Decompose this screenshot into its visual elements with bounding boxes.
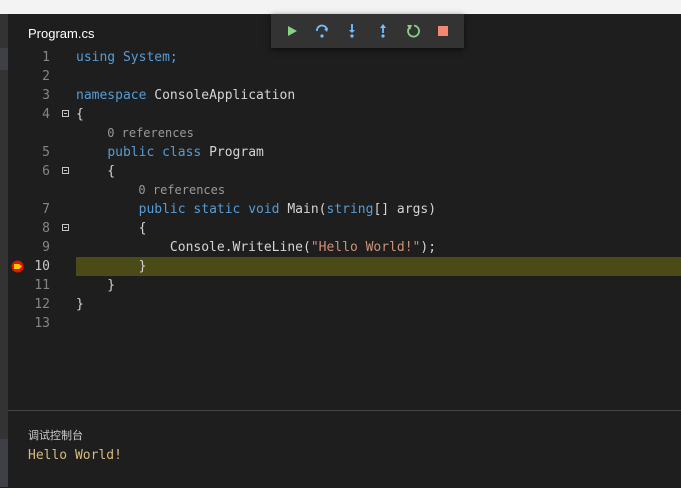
code-token: Program [209,145,264,160]
code-line[interactable]: 8 { [8,219,681,238]
code-token: Main( [287,202,327,217]
code-line[interactable]: 2 [8,67,681,86]
codelens-references[interactable]: 0 references [8,181,681,200]
fold-collapse-icon[interactable] [62,224,69,231]
code-keyword: using System; [76,50,178,65]
fold-collapse-icon[interactable] [62,110,69,117]
step-out-icon [379,24,386,38]
code-line[interactable]: 11 } [8,276,681,295]
code-token: Console.WriteLine( [76,240,311,255]
debug-console-title[interactable]: 调试控制台 [28,427,83,443]
code-text: { [76,162,115,181]
line-number: 3 [42,88,50,103]
line-number: 2 [42,69,50,84]
debug-toolbar [271,14,464,48]
debug-console-output: Hello World! [28,448,122,463]
activity-bar-indicator [0,439,8,487]
code-string: "Hello World!" [310,240,421,255]
code-token: [] args) [373,202,437,217]
code-keyword: string [326,202,374,217]
tab-program-cs[interactable]: Program.cs [28,24,94,44]
code-text: using System; [76,48,178,67]
line-number: 10 [34,259,50,274]
code-keyword: public class [107,145,210,160]
fold-collapse-icon[interactable] [62,167,69,174]
code-text: public static void Main(string[] args) [76,200,436,219]
play-icon [288,26,298,36]
line-number: 7 [42,202,50,217]
code-token: ConsoleApplication [154,88,296,103]
activity-bar-indicator [0,48,8,70]
stop-button[interactable] [432,20,454,42]
line-number: 6 [42,164,50,179]
debug-console-panel: 调试控制台 Hello World! [8,410,681,488]
code-text: Console.WriteLine("Hello World!"); [76,238,436,257]
code-line[interactable]: 4{ [8,105,681,124]
restart-button[interactable] [402,20,424,42]
code-token: } [76,259,147,274]
code-token: { [76,221,147,236]
line-number: 1 [42,50,50,65]
code-line[interactable]: 12} [8,295,681,314]
code-text: namespace ConsoleApplication [76,86,295,105]
code-text: } [76,257,147,276]
step-over-button[interactable] [311,20,333,42]
line-number: 11 [34,278,50,293]
codelens-text[interactable]: 0 references [138,181,225,200]
codelens-references[interactable]: 0 references [8,124,681,143]
code-text: public class Program [76,143,264,162]
code-editor[interactable]: 1 using System; 2 3 namespace ConsoleApplica… [8,48,681,333]
line-number: 4 [42,107,50,122]
window-top-strip [0,0,681,14]
code-token: { [76,164,116,179]
stop-icon [437,26,448,36]
code-line[interactable]: 1 using System; [8,48,681,67]
code-line[interactable]: 10 } [8,257,681,276]
restart-icon [406,24,420,38]
code-line[interactable]: 3 namespace ConsoleApplication [8,86,681,105]
continue-button[interactable] [281,20,303,42]
code-token: } [76,297,84,312]
line-number: 8 [42,221,50,236]
step-into-button[interactable] [341,20,363,42]
code-line[interactable]: 6 { [8,162,681,181]
current-line-highlight [76,257,681,276]
code-line[interactable]: 13 [8,314,681,333]
code-keyword: public static void [138,202,288,217]
code-keyword: namespace [76,88,155,103]
code-line[interactable]: 5 public class Program [8,143,681,162]
code-token: } [76,278,116,293]
step-over-icon [316,24,329,38]
code-token: { [76,107,84,122]
code-text: { [76,105,84,124]
code-line[interactable]: 9 Console.WriteLine("Hello World!"); [8,238,681,257]
code-line[interactable]: 7 public static void Main(string[] args) [8,200,681,219]
line-number: 12 [34,297,50,312]
code-text: { [76,219,147,238]
code-text: } [76,295,84,314]
step-out-button[interactable] [372,20,394,42]
activity-bar [0,14,8,487]
code-text: } [76,276,115,295]
step-into-icon [349,24,356,38]
code-token: ); [420,240,437,255]
line-number: 13 [34,316,50,331]
line-number: 5 [42,145,50,160]
codelens-text[interactable]: 0 references [107,124,194,143]
line-number: 9 [42,240,50,255]
